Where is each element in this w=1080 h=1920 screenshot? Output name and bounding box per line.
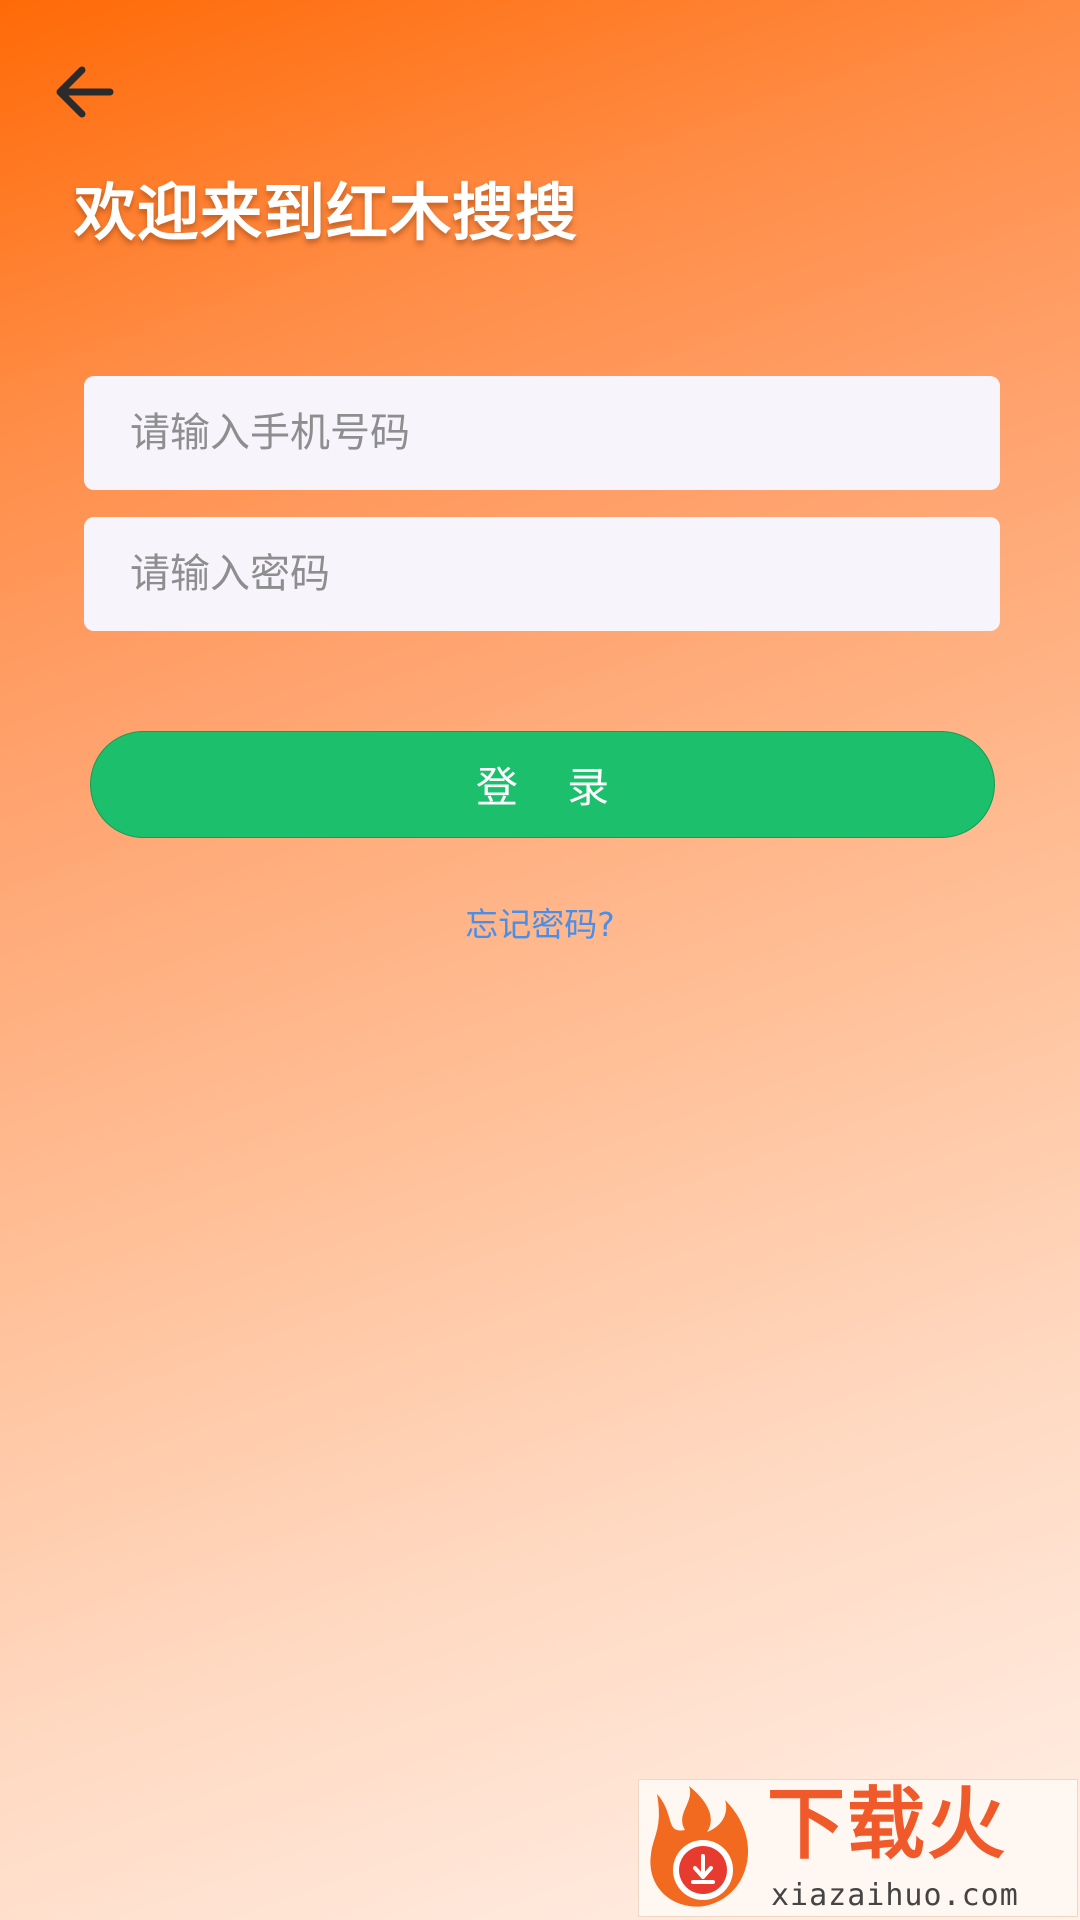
- phone-field[interactable]: [84, 376, 1000, 490]
- flame-download-icon: [650, 1786, 749, 1907]
- phone-input[interactable]: [130, 410, 954, 456]
- password-field[interactable]: [84, 517, 1000, 631]
- watermark-url: xiazaihuo.com: [771, 1878, 1019, 1913]
- back-button[interactable]: [52, 64, 118, 120]
- watermark-badge: 下载火 xiazaihuo.com: [638, 1779, 1078, 1917]
- arrow-left-icon: [56, 66, 114, 118]
- password-input[interactable]: [130, 551, 954, 597]
- login-button-label: 登 录: [475, 763, 628, 812]
- page-title: 欢迎来到红木搜搜: [74, 176, 579, 249]
- login-button[interactable]: 登 录: [90, 731, 995, 838]
- watermark-brand: 下载火: [767, 1780, 1008, 1870]
- forgot-password-link[interactable]: 忘记密码?: [0, 898, 1080, 946]
